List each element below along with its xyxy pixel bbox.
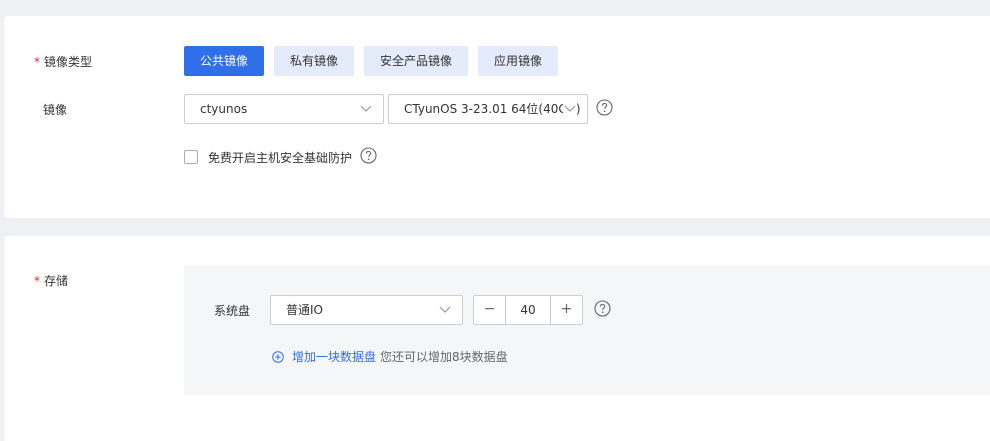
host-protection-label: 免费开启主机安全基础防护 — [208, 151, 353, 165]
disk-type-select[interactable]: 普通IO — [270, 295, 463, 325]
tab-security-product-image[interactable]: 安全产品镜像 — [364, 46, 468, 76]
storage-section-card: * 存储 系统盘 普通IO − 40 + 增加一块数据盘 您还可以增加8块数据盘 — [4, 236, 990, 441]
version-select-value: CTyunOS 3-23.01 64位(40GB) — [404, 102, 581, 116]
image-section-card: * 镜像类型 公共镜像 私有镜像 安全产品镜像 应用镜像 镜像 ctyunos C… — [4, 16, 990, 218]
storage-label: * 存储 — [34, 274, 69, 288]
add-data-disk-hint: 您还可以增加8块数据盘 — [380, 350, 508, 364]
tab-application-image[interactable]: 应用镜像 — [478, 46, 558, 76]
add-data-disk-row: 增加一块数据盘 您还可以增加8块数据盘 — [272, 348, 508, 365]
image-type-label: * 镜像类型 — [34, 55, 93, 69]
help-icon[interactable] — [594, 300, 611, 317]
tab-private-image[interactable]: 私有镜像 — [274, 46, 354, 76]
help-icon[interactable] — [596, 99, 613, 116]
storage-panel: 系统盘 普通IO − 40 + 增加一块数据盘 您还可以增加8块数据盘 — [184, 265, 990, 395]
required-mark: * — [34, 274, 40, 288]
required-mark: * — [34, 55, 40, 69]
version-select[interactable]: CTyunOS 3-23.01 64位(40GB) — [388, 94, 588, 124]
disk-size-value[interactable]: 40 — [505, 296, 551, 324]
plus-circle-icon[interactable] — [272, 350, 284, 363]
chevron-down-icon — [359, 103, 373, 115]
help-icon[interactable] — [360, 147, 377, 164]
increment-button[interactable]: + — [551, 296, 582, 324]
system-disk-label: 系统盘 — [214, 304, 251, 318]
host-protection-checkbox[interactable] — [184, 150, 198, 164]
chevron-down-icon — [438, 304, 452, 316]
chevron-down-icon — [563, 103, 577, 115]
os-select-value: ctyunos — [200, 102, 248, 116]
os-select[interactable]: ctyunos — [184, 94, 384, 124]
decrement-button[interactable]: − — [474, 296, 505, 324]
disk-type-value: 普通IO — [286, 303, 323, 317]
add-data-disk-link[interactable]: 增加一块数据盘 — [292, 348, 376, 365]
disk-size-stepper[interactable]: − 40 + — [473, 295, 583, 325]
image-label: 镜像 — [43, 103, 68, 117]
tab-public-image[interactable]: 公共镜像 — [184, 46, 264, 76]
